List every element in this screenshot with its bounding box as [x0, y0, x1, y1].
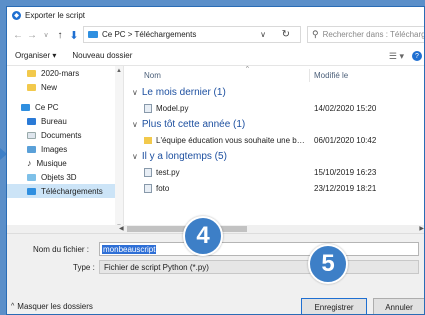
- column-modified[interactable]: Modifié le: [314, 71, 348, 80]
- filetype-select[interactable]: Fichier de script Python (*.py): [99, 260, 419, 274]
- file-icon: [144, 184, 152, 193]
- file-date: 23/12/2019 18:21: [314, 184, 377, 193]
- sidebar-item-telechargements[interactable]: Téléchargements: [7, 184, 123, 198]
- address-bar: ← → ∨ ↑ ⬇ Ce PC > Téléchargements ∨ ↻ ⚲ …: [7, 24, 424, 46]
- file-icon: [144, 104, 152, 113]
- group-header[interactable]: ∨ Plus tôt cette année (1): [124, 116, 424, 132]
- column-header: ^ Nom Modifié le: [124, 66, 424, 84]
- pc-icon: [88, 31, 98, 38]
- documents-icon: [27, 131, 36, 139]
- desktop-icon: [27, 117, 36, 125]
- sidebar-item-images[interactable]: Images: [7, 142, 123, 156]
- filename-label: Nom du fichier :: [33, 245, 90, 254]
- file-name: Model.py: [156, 104, 189, 113]
- search-input[interactable]: ⚲ Rechercher dans : Téléchargements: [307, 26, 425, 43]
- sidebar-item-label: Téléchargements: [41, 186, 103, 196]
- sidebar-item-objets-3d[interactable]: Objets 3D: [7, 170, 123, 184]
- navigation-pane: 2020-mars New Ce PC Bureau Documents Ima…: [7, 66, 124, 232]
- recent-dropdown-icon[interactable]: ∨: [39, 31, 53, 39]
- search-icon: ⚲: [312, 29, 319, 39]
- window-title: Exporter le script: [25, 11, 86, 20]
- group-header[interactable]: ∨ Il y a longtemps (5): [124, 148, 424, 164]
- music-icon: ♪: [27, 157, 32, 168]
- title-bar: ◆ Exporter le script: [7, 7, 424, 24]
- new-folder-button[interactable]: Nouveau dossier: [72, 51, 132, 60]
- scroll-up-icon[interactable]: ▲: [116, 68, 122, 74]
- sidebar-item-label: Ce PC: [35, 102, 59, 112]
- address-path[interactable]: Ce PC > Téléchargements ∨ ↻: [83, 26, 301, 43]
- app-icon: ◆: [12, 11, 21, 20]
- sidebar-scrollbar[interactable]: ▲ ▼: [115, 66, 123, 232]
- file-date: 15/10/2019 16:23: [314, 168, 377, 177]
- filename-input[interactable]: monbeauscript: [99, 242, 419, 256]
- sidebar-item-label: New: [41, 82, 58, 92]
- images-icon: [27, 145, 36, 153]
- search-placeholder: Rechercher dans : Téléchargements: [322, 30, 425, 39]
- list-item[interactable]: test.py 15/10/2019 16:23: [124, 164, 424, 180]
- help-icon[interactable]: ?: [412, 51, 422, 61]
- column-divider[interactable]: [309, 69, 310, 82]
- hide-folders-label: Masquer les dossiers: [17, 302, 93, 311]
- sidebar-item-label: 2020-mars: [41, 68, 80, 78]
- file-name: L'équipe éducation vous souhaite une bel…: [156, 136, 306, 145]
- list-item[interactable]: L'équipe éducation vous souhaite une bel…: [124, 132, 424, 148]
- sidebar-item-label: Bureau: [41, 116, 67, 126]
- save-button[interactable]: Enregistrer: [301, 298, 367, 314]
- breadcrumb: Ce PC > Téléchargements: [102, 30, 197, 39]
- scroll-right-icon[interactable]: ▶: [419, 225, 424, 232]
- folder-icon: [27, 69, 36, 77]
- chevron-down-icon[interactable]: ∨: [260, 30, 266, 39]
- chevron-down-icon: ∨: [132, 151, 138, 161]
- list-item[interactable]: Model.py 14/02/2020 15:20: [124, 100, 424, 116]
- folder-icon: [27, 83, 36, 91]
- sort-caret-icon: ^: [246, 66, 249, 72]
- command-bar: Organiser ▾ Nouveau dossier ☰ ▾ ?: [7, 46, 424, 66]
- sidebar-item-label: Musique: [36, 158, 67, 168]
- filetype-value: Fichier de script Python (*.py): [104, 262, 209, 272]
- sidebar-item-label: Documents: [41, 130, 82, 140]
- file-list: ^ Nom Modifié le ∨ Le mois dernier (1) Mo…: [124, 66, 424, 232]
- scroll-left-icon[interactable]: ◀: [119, 225, 124, 232]
- sidebar-item-bureau[interactable]: Bureau: [7, 114, 123, 128]
- forward-arrow-icon[interactable]: →: [25, 30, 39, 41]
- view-options-icon[interactable]: ☰ ▾: [389, 51, 404, 62]
- up-arrow-icon[interactable]: ↑: [53, 30, 67, 41]
- step-5-badge: 5: [308, 244, 348, 284]
- file-date: 14/02/2020 15:20: [314, 104, 377, 113]
- sidebar-item-label: Objets 3D: [41, 172, 77, 182]
- type-label: Type :: [73, 263, 95, 272]
- sidebar-item-musique[interactable]: ♪ Musique: [7, 156, 123, 170]
- download-arrow-icon: ⬇: [69, 29, 79, 42]
- step-4-badge: 4: [183, 216, 223, 256]
- hide-folders-toggle[interactable]: ^ Masquer les dossiers: [11, 302, 93, 311]
- group-label: Le mois dernier (1): [141, 86, 226, 98]
- sidebar-item-label: Images: [41, 144, 68, 154]
- sidebar-item-new[interactable]: New: [7, 80, 123, 94]
- organize-menu[interactable]: Organiser ▾: [15, 51, 56, 60]
- sidebar-item-ce-pc[interactable]: Ce PC: [7, 100, 123, 114]
- cancel-button[interactable]: Annuler: [373, 298, 424, 314]
- file-name: test.py: [156, 168, 180, 177]
- pc-icon: [21, 103, 30, 111]
- save-dialog: ◆ Exporter le script ← → ∨ ↑ ⬇ Ce PC > T…: [6, 6, 425, 315]
- file-icon: [144, 168, 152, 177]
- column-name[interactable]: Nom: [144, 71, 161, 80]
- sidebar-item-documents[interactable]: Documents: [7, 128, 123, 142]
- file-name: foto: [156, 184, 170, 193]
- sidebar-item-2020-mars[interactable]: 2020-mars: [7, 66, 123, 80]
- group-header[interactable]: ∨ Le mois dernier (1): [124, 84, 424, 100]
- list-item[interactable]: foto 23/12/2019 18:21: [124, 180, 424, 196]
- file-date: 06/01/2020 10:42: [314, 136, 377, 145]
- filename-value: monbeauscript: [102, 244, 157, 254]
- group-label: Plus tôt cette année (1): [141, 118, 246, 130]
- refresh-icon[interactable]: ↻: [282, 29, 290, 40]
- chevron-down-icon: ∨: [132, 87, 138, 97]
- caret-up-icon: ^: [11, 303, 15, 310]
- back-arrow-icon[interactable]: ←: [11, 30, 25, 41]
- chevron-down-icon: ∨: [132, 119, 138, 129]
- downloads-icon: [27, 187, 36, 195]
- objects3d-icon: [27, 173, 36, 181]
- group-label: Il y a longtemps (5): [141, 150, 227, 162]
- folder-icon: [144, 137, 152, 144]
